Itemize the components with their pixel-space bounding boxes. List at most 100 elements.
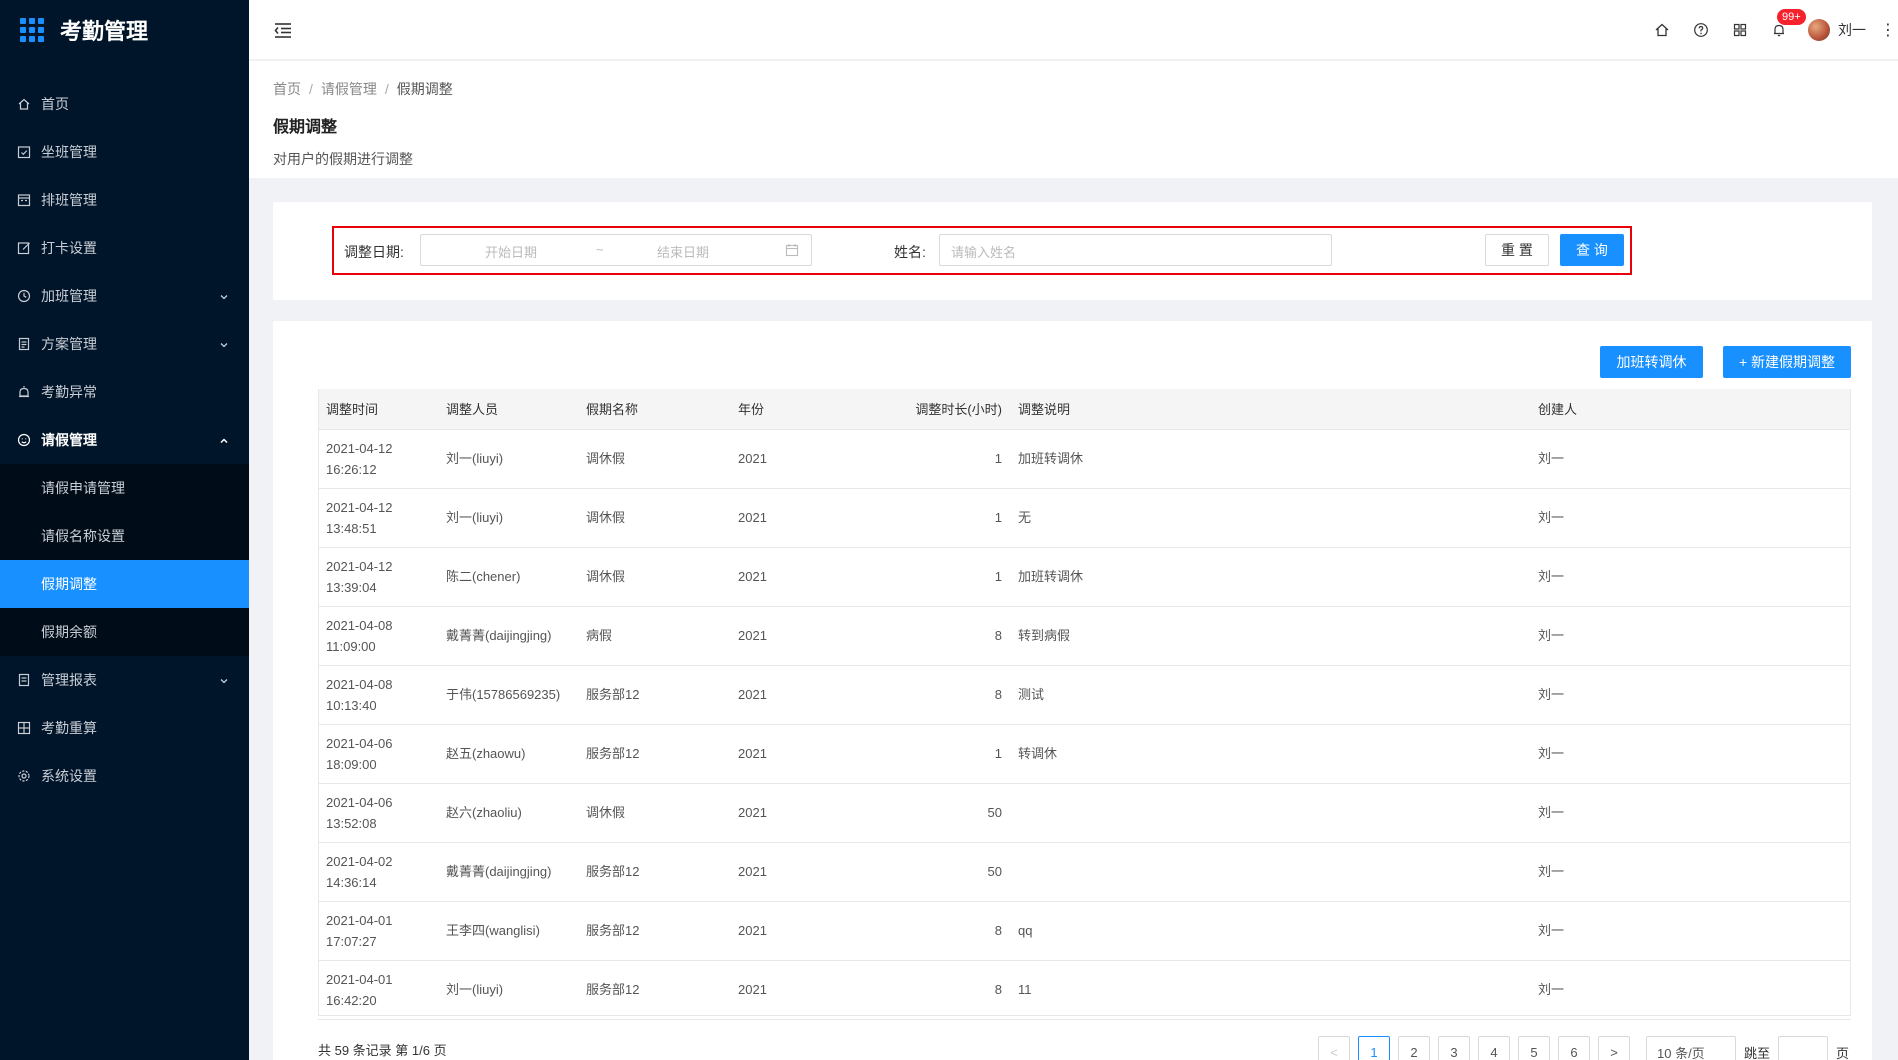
sidebar-item-8[interactable]: 管理报表 <box>0 656 249 704</box>
cell-note <box>1010 783 1530 843</box>
cell-person: 于伟(15786569235) <box>438 665 578 725</box>
submenu-item-1[interactable]: 请假名称设置 <box>0 512 249 560</box>
sidebar-item-1[interactable]: 坐班管理 <box>0 128 249 176</box>
breadcrumb-item-leave[interactable]: 请假管理 <box>321 81 377 97</box>
page-description: 对用户的假期进行调整 <box>273 151 413 167</box>
cell-person: 戴菁菁(daijingjing) <box>438 606 578 666</box>
cell-hours: 8 <box>870 606 1010 666</box>
cell-hours: 1 <box>870 488 1010 548</box>
cell-note: 11 <box>1010 960 1530 1020</box>
goto-page-input[interactable] <box>1778 1036 1829 1060</box>
sidebar-item-4[interactable]: 加班管理 <box>0 272 249 320</box>
prev-page-button[interactable]: < <box>1318 1036 1350 1060</box>
table-row[interactable]: 2021-04-12 13:39:04 陈二(chener) 调休假 2021 1 加班转调… <box>318 547 1851 607</box>
sidebar-item-0[interactable]: 首页 <box>0 80 249 128</box>
table-row[interactable]: 2021-04-12 13:48:51 刘一(liuyi) 调休假 2021 1 无刘一 <box>318 488 1851 548</box>
page-button[interactable]: 4 <box>1478 1036 1510 1060</box>
date-range-picker[interactable]: 开始日期 ~ 结束日期 <box>420 234 812 266</box>
sidebar-menu: 首页 坐班管理 排班管理 打卡设置 加班管理 方案管理 考勤异常 请假管理 请假申请管理 请假名称… <box>0 80 249 800</box>
sidebar-item-10[interactable]: 系统设置 <box>0 752 249 800</box>
reset-button[interactable]: 重 置 <box>1485 234 1549 266</box>
bell-icon[interactable]: 99+ <box>1769 9 1806 40</box>
table-row[interactable]: 2021-04-06 13:52:08 赵六(zhaoliu) 调休假 2021 50 刘一 <box>318 783 1851 843</box>
home-icon <box>17 97 31 111</box>
breadcrumb-item-home[interactable]: 首页 <box>273 81 301 97</box>
cell-time: 13:52:08 <box>326 815 377 831</box>
cell-date: 2021-04-06 <box>326 735 393 751</box>
cell-date: 2021-04-12 <box>326 558 393 574</box>
sidebar-item-6[interactable]: 考勤异常 <box>0 368 249 416</box>
user-name[interactable]: 刘一 <box>1838 20 1866 40</box>
end-date-input[interactable]: 结束日期 <box>657 242 709 261</box>
cell-date: 2021-04-12 <box>326 499 393 515</box>
column-header[interactable]: 假期名称 <box>578 389 730 430</box>
app-logo[interactable]: 考勤管理 <box>0 0 249 60</box>
cell-leave: 病假 <box>578 606 730 666</box>
cell-creator: 刘一 <box>1530 724 1851 784</box>
start-date-input[interactable]: 开始日期 <box>485 242 537 261</box>
new-adjustment-button[interactable]: + 新建假期调整 <box>1723 346 1851 378</box>
page-button[interactable]: 3 <box>1438 1036 1470 1060</box>
cell-adjust-time: 2021-04-01 16:42:20 <box>318 960 438 1020</box>
home-icon[interactable] <box>1652 20 1672 40</box>
filter-highlight-box: 调整日期: 开始日期 ~ 结束日期 姓名: 请输入姓名 重 置 查 询 <box>332 226 1632 275</box>
column-header[interactable]: 调整时长(小时) <box>870 389 1010 430</box>
column-header[interactable]: 调整人员 <box>438 389 578 430</box>
cell-note: 加班转调休 <box>1010 547 1530 607</box>
submenu-item-2[interactable]: 假期调整 <box>0 560 249 608</box>
alarm-icon <box>17 385 31 399</box>
page-title: 假期调整 <box>273 119 338 136</box>
sidebar-item-2[interactable]: 排班管理 <box>0 176 249 224</box>
name-search-input[interactable]: 请输入姓名 <box>939 234 1332 266</box>
submenu-item-0[interactable]: 请假申请管理 <box>0 464 249 512</box>
chevron-down-icon <box>219 673 229 684</box>
calendar-icon[interactable] <box>785 243 799 257</box>
cell-adjust-time: 2021-04-02 14:36:14 <box>318 842 438 902</box>
cell-date: 2021-04-01 <box>326 912 393 928</box>
page-size-select[interactable]: 10 条/页 <box>1646 1036 1736 1060</box>
cell-creator: 刘一 <box>1530 901 1851 961</box>
cell-time: 17:07:27 <box>326 933 377 949</box>
cell-hours: 8 <box>870 665 1010 725</box>
menu-fold-icon[interactable] <box>273 20 293 40</box>
overtime-to-leave-button[interactable]: 加班转调休 <box>1600 346 1703 378</box>
page-button[interactable]: 5 <box>1518 1036 1550 1060</box>
cell-adjust-time: 2021-04-12 13:39:04 <box>318 547 438 607</box>
cell-creator: 刘一 <box>1530 547 1851 607</box>
table-row[interactable]: 2021-04-01 16:42:20 刘一(liuyi) 服务部12 2021 8 11 刘… <box>318 960 1851 1020</box>
table-row[interactable]: 2021-04-02 14:36:14 戴菁菁(daijingjing) 服务部12 2… <box>318 842 1851 902</box>
table-row[interactable]: 2021-04-01 17:07:27 王李四(wanglisi) 服务部12 2021… <box>318 901 1851 961</box>
cell-note: 测试 <box>1010 665 1530 725</box>
submenu-item-3[interactable]: 假期余额 <box>0 608 249 656</box>
cell-adjust-time: 2021-04-06 18:09:00 <box>318 724 438 784</box>
column-header[interactable]: 年份 <box>730 389 870 430</box>
breadcrumb-item-current: 假期调整 <box>396 81 453 97</box>
table-row[interactable]: 2021-04-12 16:26:12 刘一(liuyi) 调休假 2021 1 加班转调休… <box>318 429 1851 489</box>
page-button[interactable]: 2 <box>1398 1036 1430 1060</box>
help-icon[interactable] <box>1691 20 1711 40</box>
next-page-button[interactable]: > <box>1598 1036 1630 1060</box>
column-header[interactable]: 创建人 <box>1530 389 1851 430</box>
column-header[interactable]: 调整时间 <box>318 389 438 430</box>
table-row[interactable]: 2021-04-08 10:13:40 于伟(15786569235) 服务部12 20… <box>318 665 1851 725</box>
avatar[interactable] <box>1808 19 1830 41</box>
table-row[interactable]: 2021-04-08 11:09:00 戴菁菁(daijingjing) 病假 2021… <box>318 606 1851 666</box>
more-vertical-icon[interactable]: ⋮ <box>1880 20 1896 40</box>
page-button[interactable]: 6 <box>1558 1036 1590 1060</box>
cell-note: 转调休 <box>1010 724 1530 784</box>
cell-leave: 调休假 <box>578 783 730 843</box>
column-header[interactable]: 调整说明 <box>1010 389 1530 430</box>
sidebar-item-9[interactable]: 考勤重算 <box>0 704 249 752</box>
page-button[interactable]: 1 <box>1358 1036 1390 1060</box>
cell-year: 2021 <box>730 842 870 902</box>
cell-leave: 服务部12 <box>578 960 730 1020</box>
adjustment-table: 调整时间 调整人员 假期名称 年份 调整时长(小时) 调整说明 创建人 2021… <box>318 389 1851 1020</box>
sidebar-item-5[interactable]: 方案管理 <box>0 320 249 368</box>
apps-icon[interactable] <box>1730 20 1750 40</box>
table-row[interactable]: 2021-04-06 18:09:00 赵五(zhaowu) 服务部12 2021 1 转调… <box>318 724 1851 784</box>
cell-creator: 刘一 <box>1530 665 1851 725</box>
query-button[interactable]: 查 询 <box>1560 234 1624 266</box>
sidebar-item-3[interactable]: 打卡设置 <box>0 224 249 272</box>
sidebar-item-7[interactable]: 请假管理 <box>0 416 249 464</box>
cell-hours: 1 <box>870 429 1010 489</box>
